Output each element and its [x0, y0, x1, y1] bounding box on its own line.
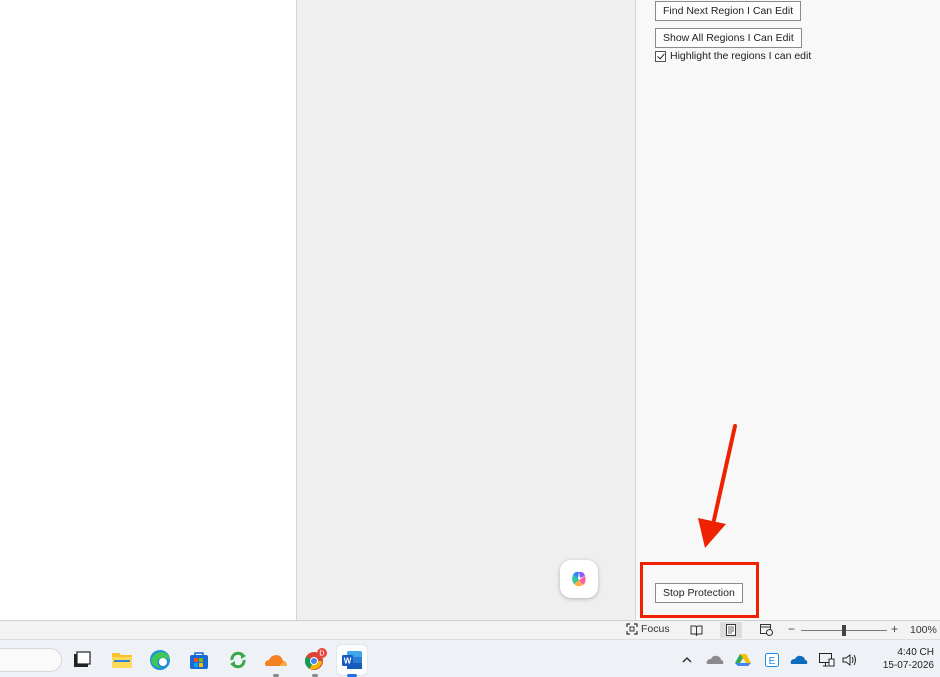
chevron-up-icon [682, 657, 692, 663]
document-background [296, 0, 636, 620]
clock-time: 4:40 CH [897, 647, 934, 658]
zoom-slider-thumb[interactable] [842, 625, 846, 636]
clock-date: 15-07-2026 [882, 660, 934, 671]
restrict-editing-pane: Find Next Region I Can Edit Show All Reg… [636, 0, 940, 620]
highlight-regions-option[interactable]: Highlight the regions I can edit [655, 50, 811, 62]
read-mode-icon [690, 625, 702, 636]
clock[interactable]: 4:40 CH 15-07-2026 [864, 646, 934, 672]
focus-label: Focus [641, 623, 670, 635]
find-next-region-button[interactable]: Find Next Region I Can Edit [655, 1, 802, 21]
svg-text:W: W [344, 657, 352, 666]
cloudflare-button[interactable] [261, 645, 291, 677]
microsoft-store-button[interactable] [184, 645, 214, 675]
screen: Find Next Region I Can Edit Show All Reg… [0, 0, 940, 677]
read-mode-button[interactable] [685, 622, 707, 638]
chrome-profile-badge: D [319, 650, 324, 658]
focus-mode-button[interactable]: Focus [626, 623, 670, 635]
cloud-icon [265, 655, 287, 666]
print-layout-button[interactable] [720, 622, 742, 638]
google-drive-tray[interactable] [733, 651, 753, 669]
document-page[interactable] [0, 0, 296, 620]
web-layout-button[interactable] [755, 622, 777, 638]
print-layout-icon [726, 624, 736, 636]
e-app-tray[interactable]: E [762, 651, 782, 669]
web-layout-icon [759, 624, 773, 636]
focus-icon [626, 623, 638, 635]
volume-tray[interactable] [840, 651, 860, 669]
svg-text:E: E [769, 656, 776, 667]
zoom-out-button[interactable]: − [788, 622, 795, 636]
store-icon [190, 652, 208, 669]
show-all-regions-button[interactable]: Show All Regions I Can Edit [655, 28, 802, 48]
task-view-button[interactable] [67, 645, 97, 675]
highlight-regions-label: Highlight the regions I can edit [670, 50, 812, 62]
chrome-button[interactable]: D [300, 645, 330, 677]
taskbar-search-box[interactable] [0, 648, 62, 672]
file-explorer-button[interactable] [107, 645, 137, 675]
taskbar: D W E 4:40 CH 15-07-2026 [0, 639, 940, 677]
edge-icon [150, 650, 170, 670]
sync-app-button[interactable] [223, 645, 253, 675]
onedrive-tray[interactable] [789, 651, 809, 669]
annotation-highlight-box [640, 562, 759, 618]
google-drive-icon [735, 654, 751, 666]
speaker-icon [842, 654, 856, 666]
task-view-icon [74, 651, 91, 667]
annotation-arrow-icon [698, 424, 737, 548]
copilot-button[interactable] [560, 560, 598, 598]
onedrive-icon [790, 655, 808, 664]
onedrive-gray-tray[interactable] [705, 651, 725, 669]
zoom-percentage[interactable]: 100% [910, 624, 937, 636]
show-hidden-icons-button[interactable] [677, 651, 697, 669]
word-button[interactable]: W [337, 645, 367, 677]
network-monitor-icon [819, 653, 835, 667]
network-tray[interactable] [817, 651, 837, 669]
edge-button[interactable] [145, 645, 175, 675]
copilot-icon [572, 571, 586, 587]
word-icon: W [342, 651, 362, 669]
folder-icon [112, 653, 132, 668]
chrome-icon: D [304, 648, 327, 670]
status-bar: Focus − + 100% [0, 620, 940, 639]
cloud-gray-icon [706, 655, 724, 664]
e-app-icon: E [765, 653, 779, 667]
sync-icon [230, 651, 246, 669]
zoom-in-button[interactable]: + [891, 622, 898, 636]
highlight-regions-checkbox[interactable] [655, 50, 666, 62]
